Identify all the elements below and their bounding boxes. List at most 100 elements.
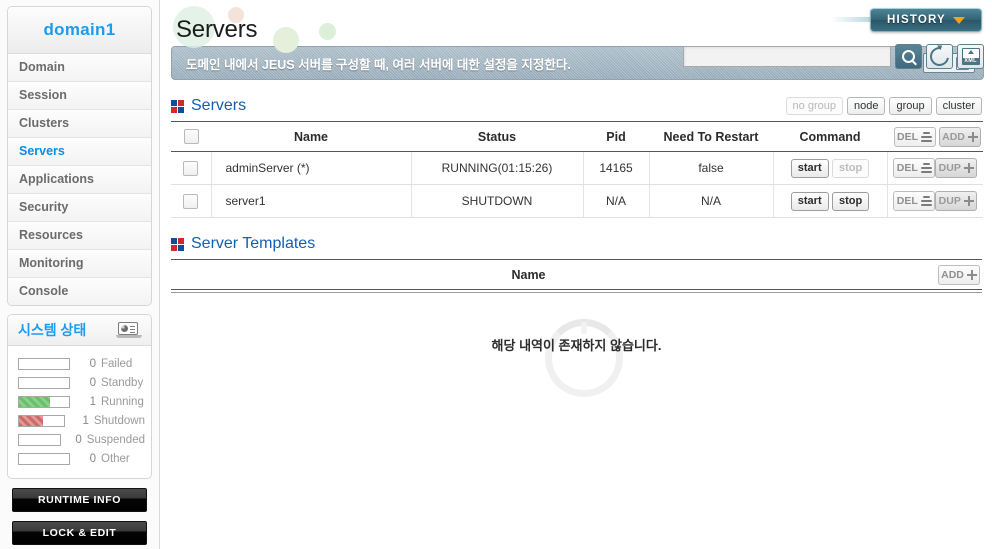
row-checkbox[interactable] [183,160,199,176]
status-bar-fill [19,396,50,407]
cell-name: server1 [211,184,412,218]
sidebar-item-clusters[interactable]: Clusters [8,110,151,138]
system-status-card: 시스템 상태 0 Failed 0 Standby 1 Running 1 Shutdown 0… [7,314,152,479]
templates-column-name: Name [171,259,886,290]
row-delete-button[interactable]: DEL [893,191,936,211]
top-bar: Servers HISTORY [160,0,992,53]
status-count: 1 [89,395,96,408]
refresh-button[interactable] [926,43,953,70]
status-bar [18,414,66,427]
row-duplicate-button[interactable]: DUP [935,158,978,178]
select-all-header [171,121,211,152]
sidebar-item-servers[interactable]: Servers [8,138,151,166]
delete-servers-button[interactable]: DEL [893,126,936,147]
cell-command: start stop [773,151,888,185]
sidebar-item-applications[interactable]: Applications [8,166,151,194]
status-label: Suspended [86,433,145,446]
description-text: 도메인 내에서 JEUS 서버를 구성할 때, 여러 서버에 대한 설정을 지정… [186,57,571,72]
plus-icon [963,163,974,173]
status-count: 0 [89,357,96,370]
search-input[interactable] [683,46,891,67]
xml-export-button[interactable]: XML [957,44,984,69]
templates-empty-area: 해당 내역이 존재하지 않습니다. [171,293,982,397]
row-duplicate-button[interactable]: DUP [935,191,978,211]
column-actions: DEL ADD [887,121,983,152]
select-all-checkbox[interactable] [183,129,199,145]
group-button-group[interactable]: group [889,97,932,115]
servers-title-text: Servers [191,97,247,114]
status-bar [18,376,70,389]
status-row: 1 Running [14,392,145,411]
server-templates-table: Name ADD [171,259,982,290]
plus-icon [967,131,978,142]
search-icon [902,50,915,63]
cell-pid: 14165 [583,151,650,185]
domain-title: domain1 [8,7,151,54]
server-templates-section: Server Templates Name ADD 해당 내역이 존재하지 않습… [171,232,982,397]
status-bar-fill [19,415,43,426]
status-row: 0 Failed [14,354,145,373]
sidebar-item-security[interactable]: Security [8,194,151,222]
add-template-button[interactable]: ADD [938,264,980,285]
servers-table-header-row: Name Status Pid Need To Restart Command … [171,121,983,152]
group-button-cluster[interactable]: cluster [935,97,982,115]
cell-name: adminServer (*) [211,151,412,185]
stack-icon [921,131,933,142]
sidebar-item-resources[interactable]: Resources [8,222,151,250]
status-bar [18,433,61,446]
sidebar-item-domain[interactable]: Domain [8,54,151,82]
row-delete-button[interactable]: DEL [893,158,936,178]
start-button[interactable]: start [790,158,829,178]
row-select-cell [171,151,212,185]
lock-and-edit-button[interactable]: LOCK & EDIT [12,521,147,545]
sidebar-item-session[interactable]: Session [8,82,151,110]
decorative-circle [273,27,299,53]
xml-export-icon: XML [961,48,980,65]
status-bar [18,452,70,465]
sidebar-item-console[interactable]: Console [8,278,151,305]
templates-section-title: Server Templates [171,235,315,253]
status-bar [18,395,70,408]
sidebar-item-monitoring[interactable]: Monitoring [8,250,151,278]
chevron-down-icon [952,16,965,24]
group-button-no-group[interactable]: no group [785,97,843,115]
plus-icon [963,196,974,206]
history-button[interactable]: HISTORY [870,8,982,32]
start-button[interactable]: start [790,191,829,211]
refresh-icon [926,43,953,70]
runtime-info-button[interactable]: RUNTIME INFO [12,488,147,512]
templates-column-actions: ADD [886,259,982,290]
system-status-list: 0 Failed 0 Standby 1 Running 1 Shutdown 0 Suspend… [8,346,151,478]
group-button-node[interactable]: node [846,97,886,115]
cell-actions: DEL DUP [887,184,983,218]
cell-actions: DEL DUP [887,151,983,185]
add-server-button[interactable]: ADD [939,126,981,147]
cell-status: RUNNING(01:15:26) [411,151,584,185]
stack-icon [920,196,932,206]
search-toolbar: XML [683,43,984,70]
search-button[interactable] [895,44,922,69]
column-status: Status [411,121,583,152]
sidebar-nav-card: domain1 Domain Session Clusters Servers Appl… [7,6,152,306]
page-title: Servers [176,16,258,43]
stop-button[interactable]: stop [831,158,870,178]
stop-button[interactable]: stop [831,191,870,211]
status-row: 0 Other [14,449,145,468]
status-label: Failed [101,357,133,370]
servers-section: Servers no group node group cluster Name St… [171,94,983,218]
status-row: 0 Suspended [14,430,145,449]
monitor-chart-icon [116,321,142,339]
main-content: Servers HISTORY XML 도메인 내에서 JEUS 서버를 구성할… [160,0,992,549]
row-checkbox[interactable] [183,193,199,209]
status-count: 1 [82,414,89,427]
plus-icon [966,269,977,280]
column-need-to-restart: Need To Restart [649,121,773,152]
servers-section-header: Servers no group node group cluster [171,94,982,118]
cell-status: SHUTDOWN [411,184,584,218]
sidebar: domain1 Domain Session Clusters Servers Appl… [0,0,160,549]
status-row: 0 Standby [14,373,145,392]
servers-table-body: adminServer (*) RUNNING(01:15:26) 14165 fal… [171,151,983,218]
status-row: 1 Shutdown [14,411,145,430]
cell-need-to-restart: N/A [649,184,774,218]
system-status-title: 시스템 상태 [18,322,87,338]
